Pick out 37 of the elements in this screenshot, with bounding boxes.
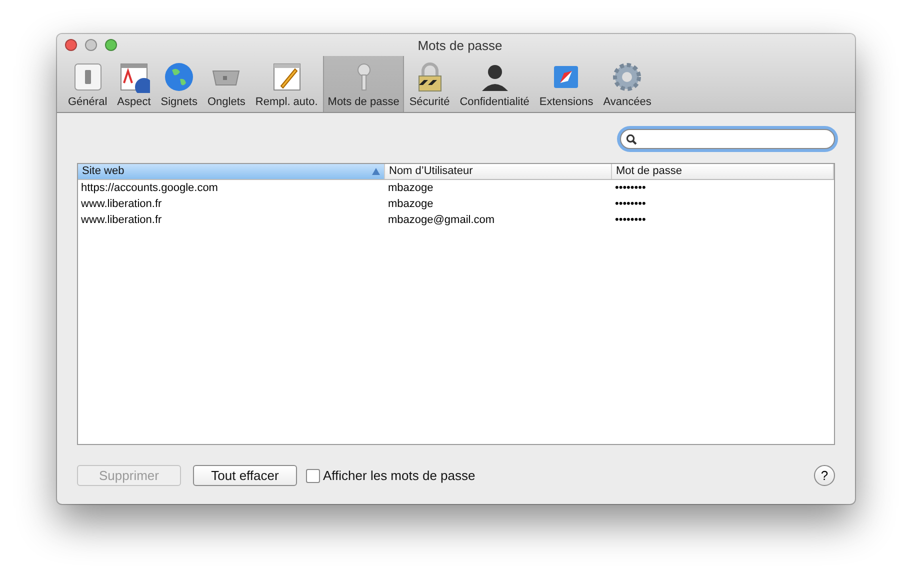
column-header[interactable]: Mot de passe	[612, 164, 834, 179]
toolbar-tab[interactable]: Rempl. auto.	[250, 56, 323, 112]
column-header[interactable]: Nom d’Utilisateur	[385, 164, 612, 179]
zoom-window-button[interactable]	[105, 39, 117, 51]
toolbar-tab[interactable]: Confidentialité	[454, 56, 534, 112]
toolbar-tab[interactable]: Aspect	[112, 56, 156, 112]
column-header[interactable]: Site web	[78, 164, 385, 179]
pencil-document-icon	[270, 61, 303, 93]
table-cell-text: mbazoge	[387, 181, 434, 196]
search-field[interactable]	[620, 129, 835, 149]
toolbar-tab[interactable]: Onglets	[202, 56, 250, 112]
toolbar-tab[interactable]: Mots de passe	[322, 56, 404, 112]
toolbar-tab[interactable]: Signets	[156, 56, 202, 112]
table-cell-text: mbazoge@gmail.com	[387, 213, 496, 228]
gear-icon	[611, 61, 644, 93]
window-title: Mots de passe	[418, 38, 502, 52]
toolbar-tab[interactable]: Sécurité	[404, 56, 455, 112]
checkbox-label: Afficher les mots de passe	[323, 468, 476, 483]
toolbar-tab[interactable]: Avancées	[598, 56, 656, 112]
table-cell-text: www.liberation.fr	[80, 197, 163, 212]
help-button[interactable]: ?	[814, 465, 835, 486]
table-cell-text: mbazoge	[387, 197, 434, 212]
font-document-icon	[118, 61, 150, 93]
sort-ascending-icon	[372, 168, 380, 175]
table-cell-text: ••••••••	[614, 197, 647, 212]
table-cell-text: ••••••••	[614, 213, 647, 228]
toolbar-tab[interactable]: Général	[63, 56, 112, 112]
table-cell-text: www.liberation.fr	[80, 213, 163, 228]
close-window-button[interactable]	[65, 39, 77, 51]
table-cell-text: ••••••••	[614, 181, 647, 196]
clear-all-button[interactable]: Tout effacer	[193, 465, 297, 486]
toolbar-tab[interactable]: Extensions	[534, 56, 598, 112]
globe-icon	[163, 61, 196, 93]
search-icon	[626, 134, 637, 144]
table-cell-text: https://accounts.google.com	[80, 181, 219, 196]
switch-icon	[72, 61, 104, 93]
checkbox[interactable]	[306, 468, 320, 482]
